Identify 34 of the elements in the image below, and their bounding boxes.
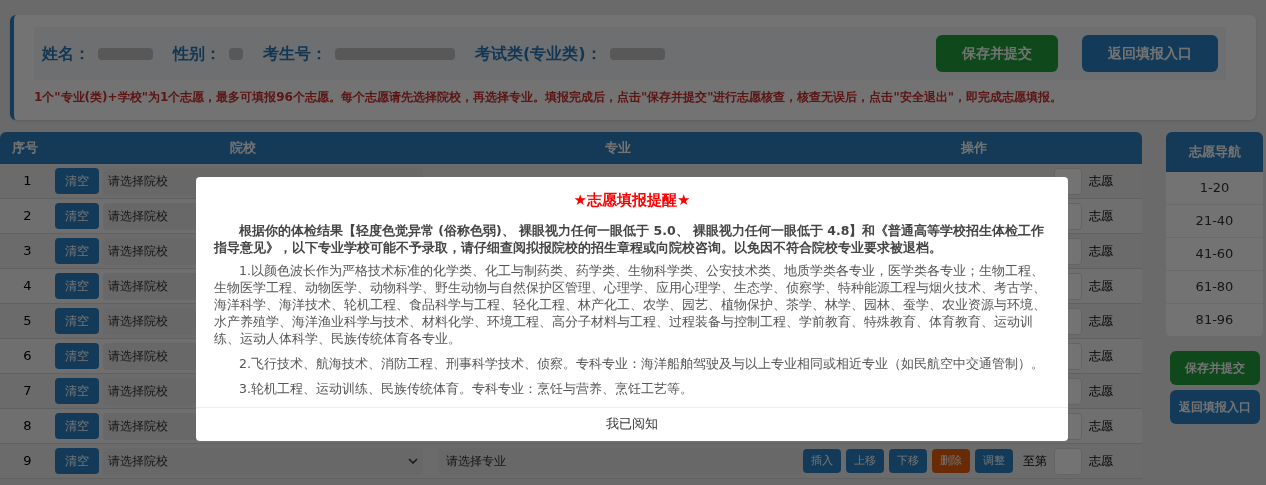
field-label: 姓名： bbox=[42, 42, 90, 65]
field-label: 考试类(专业类)： bbox=[475, 42, 602, 65]
row-number: 2 bbox=[23, 208, 32, 224]
suffix-label: 志愿 bbox=[1089, 418, 1113, 435]
restriction-paragraph: 2.飞行技术、航海技术、消防工程、刑事科学技术、侦察。专科专业：海洋船舶驾驶及与以上专业相同或相近专业（如民航空中交通管制）。 bbox=[238, 354, 1045, 372]
column-header: 院校 bbox=[229, 140, 256, 156]
suffix-label: 志愿 bbox=[1089, 173, 1113, 190]
column-header: 专业 bbox=[604, 140, 631, 156]
to-label: 至第 bbox=[1023, 453, 1047, 470]
row-number: 6 bbox=[23, 348, 32, 364]
suffix-label: 志愿 bbox=[1089, 278, 1113, 295]
field-label: 性别： bbox=[173, 42, 221, 65]
column-header: 序号 bbox=[12, 140, 38, 156]
nav-title: 志愿导航 bbox=[1166, 132, 1263, 172]
row-number: 9 bbox=[23, 453, 32, 469]
suffix-label: 志愿 bbox=[1089, 313, 1113, 330]
notice-text: 1个"专业(类)+学校"为1个志愿，最多可填报96个志愿。每个志愿请先选择院校，再选择专业。填报完成后，点击"保存并提交"进行志愿核查，核查无误后，点击"安全退出"，即完成志愿填报。 bbox=[34, 89, 1063, 106]
restriction-paragraph: 3.轮机工程、运动训练、民族传统体育。专科专业：烹饪与营养、烹饪工艺等。 bbox=[238, 379, 694, 397]
restriction-paragraph: 1.以颜色波长作为严格技术标准的化学类、化工与制药类、药学类、生物科学类、公安技术类、地质学类各专业，医学类各专业；生物工程、生物医学工程、动物医学、动物科学、野生动物与自然保护区管理、心理学、应用心理学、生态学、侦察学、特种能源工程与烟火技术、考古学、海洋科学、海洋技术、轮机工程、食品科学与工程、轻化工程、林产化工、农学、园艺、植物保护、茶学、林学、园林、蚕学、农业资源与环境、水产养殖学、海洋渔业科学与技术、材料化学、环境工程、高分子材料与工程、过程装备与控制工程、学前教育、特殊教育、体育教育、运动训练、运动人体科学、民族传统体育各专业。 bbox=[214, 261, 1047, 347]
row-number: 4 bbox=[23, 278, 32, 294]
row-number: 1 bbox=[23, 173, 32, 189]
dialog-title: ★志愿填报提醒★ bbox=[572, 190, 692, 211]
suffix-label: 志愿 bbox=[1089, 208, 1113, 225]
column-header: 操作 bbox=[960, 140, 987, 156]
row-number: 5 bbox=[23, 313, 32, 329]
suffix-label: 志愿 bbox=[1089, 453, 1113, 470]
suffix-label: 志愿 bbox=[1089, 348, 1113, 365]
row-number: 7 bbox=[23, 383, 32, 399]
suffix-label: 志愿 bbox=[1089, 383, 1113, 400]
suffix-label: 志愿 bbox=[1089, 243, 1113, 260]
row-number: 8 bbox=[23, 418, 32, 434]
field-label: 考生号： bbox=[263, 42, 327, 65]
row-number: 3 bbox=[23, 243, 32, 259]
intro-paragraph: 根据你的体检结果【轻度色觉异常 (俗称色弱)、 裸眼视力任何一眼低于 5.0、 裸眼视力任何一眼低于 4.8】和《普通高等学校招生体检工作指导意见》，以下专业学校可能不予录取，请仔细查阅拟报院校的招生章程或向院校咨询。以免因不符合院校专业要求被退档。 bbox=[214, 221, 1046, 256]
